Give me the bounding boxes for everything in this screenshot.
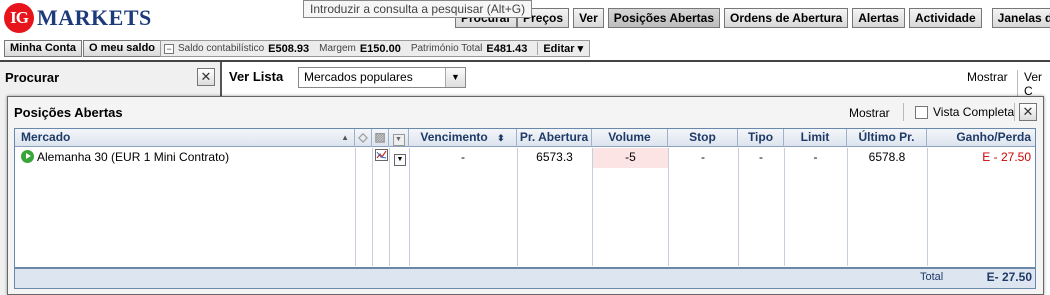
dropdown-icon[interactable]: ▼ [389, 129, 409, 147]
tag-icon[interactable]: ◇ [355, 129, 372, 147]
row-dropdown-icon[interactable]: ▼ [393, 148, 407, 168]
col-vencimento-label: Vencimento [420, 130, 488, 144]
col-limit[interactable]: Limit [784, 129, 847, 147]
actividade-button[interactable]: Actividade [908, 8, 982, 28]
janelas-operacao-button[interactable]: Janelas de Operação [991, 8, 1050, 28]
separator [903, 103, 904, 121]
ver-button[interactable]: Ver [573, 8, 604, 28]
collapse-icon[interactable]: − [164, 43, 174, 54]
chevron-down-icon[interactable]: ▼ [445, 68, 465, 87]
window-title: Posições Abertas [14, 105, 123, 120]
account-bar: Minha Conta O meu saldo − Saldo contabil… [0, 38, 1050, 60]
table-footer: Total E- 27.50 [15, 267, 1035, 288]
vista-completa-label: Vista Completa [933, 105, 1015, 119]
sort-icon[interactable]: ⬍ [497, 133, 505, 143]
col-ultimo-pr[interactable]: Último Pr. [847, 129, 927, 147]
col-ganho-perda[interactable]: Ganho/Perda [927, 129, 1035, 147]
logo-text: MARKETS [37, 5, 152, 30]
pr-abertura-cell: 6573.3 [536, 150, 573, 164]
col-mercado-label: Mercado [21, 130, 71, 144]
table-row[interactable]: Alemanha 30 (EUR 1 Mini Contrato) ▼ - 65… [15, 148, 1035, 168]
margem-label: Margem [319, 43, 356, 54]
ig-logo: IG MARKETS [4, 3, 152, 33]
top-nav: Procurar Preços Ver Posições Abertas Ord… [455, 8, 1050, 28]
total-value: E- 27.50 [986, 270, 1032, 284]
watchlist-select-value: Mercados populares [304, 70, 413, 84]
patrimonio-value: E481.43 [486, 42, 528, 55]
top-bar: IG MARKETS Procurar Preços Ver Posições … [0, 0, 1050, 38]
col-mercado[interactable]: Mercado ▲ [15, 129, 355, 147]
total-label: Total [920, 271, 944, 283]
ver-lista-label: Ver Lista [229, 69, 284, 84]
separator [1014, 103, 1015, 121]
search-panel-title: Procurar [5, 70, 60, 85]
table-header: Mercado ▲ ◇ ▨ ▼ Vencimento ⬍ Pr. Abertur… [15, 129, 1035, 147]
col-tipo[interactable]: Tipo [738, 129, 784, 147]
editar-menu[interactable]: Editar ▾ [537, 42, 583, 55]
col-pr-abertura[interactable]: Pr. Abertura [517, 129, 592, 147]
minha-conta-button[interactable]: Minha Conta [4, 40, 82, 57]
mercado-cell[interactable]: Alemanha 30 (EUR 1 Mini Contrato) [37, 148, 355, 168]
ver-c-link[interactable]: Ver C [1017, 70, 1050, 98]
stop-cell[interactable]: - [668, 148, 738, 168]
mostrar-button[interactable]: Mostrar [849, 106, 890, 120]
meu-saldo-button[interactable]: O meu saldo [83, 40, 162, 57]
watchlist-select[interactable]: Mercados populares ▼ [298, 67, 466, 88]
app-root: IG MARKETS Procurar Preços Ver Posições … [0, 0, 1050, 295]
col-stop[interactable]: Stop [668, 129, 738, 147]
ordens-abertura-button[interactable]: Ordens de Abertura [724, 8, 849, 28]
tipo-cell: - [759, 150, 763, 164]
close-icon[interactable]: ✕ [197, 68, 215, 86]
vista-completa-checkbox[interactable] [915, 106, 928, 119]
patrimonio-label: Património Total [410, 43, 483, 54]
positions-table: Mercado ▲ ◇ ▨ ▼ Vencimento ⬍ Pr. Abertur… [14, 128, 1036, 289]
chart-icon[interactable] [374, 148, 388, 168]
volume-cell: -5 [593, 148, 668, 168]
saldo-label: Saldo contabilístico [178, 43, 265, 54]
posicoes-abertas-button[interactable]: Posições Abertas [607, 8, 721, 28]
vencimento-cell: - [461, 150, 465, 164]
balance-summary: − Saldo contabilístico E508.93 Margem E1… [160, 40, 590, 57]
search-tooltip: Introduzir a consulta a pesquisar (Alt+G… [303, 0, 533, 18]
ultimo-pr-cell: 6578.8 [868, 150, 906, 164]
limit-cell[interactable]: - [784, 148, 847, 168]
chart-icon[interactable]: ▨ [372, 129, 389, 147]
posicoes-abertas-window: Posições Abertas Mostrar Vista Completa … [7, 96, 1044, 295]
margem-value: E150.00 [359, 42, 401, 55]
logo-mark: IG [4, 3, 34, 33]
col-vencimento[interactable]: Vencimento ⬍ [409, 129, 517, 147]
play-icon[interactable] [21, 150, 34, 163]
mostrar-link[interactable]: Mostrar [967, 70, 1008, 84]
close-icon[interactable]: ✕ [1019, 103, 1037, 121]
ganho-perda-cell: E - 27.50 [982, 150, 1031, 164]
saldo-value: E508.93 [268, 42, 310, 55]
sort-up-icon[interactable]: ▲ [341, 129, 349, 146]
alertas-button[interactable]: Alertas [852, 8, 905, 28]
col-volume[interactable]: Volume [592, 129, 668, 147]
